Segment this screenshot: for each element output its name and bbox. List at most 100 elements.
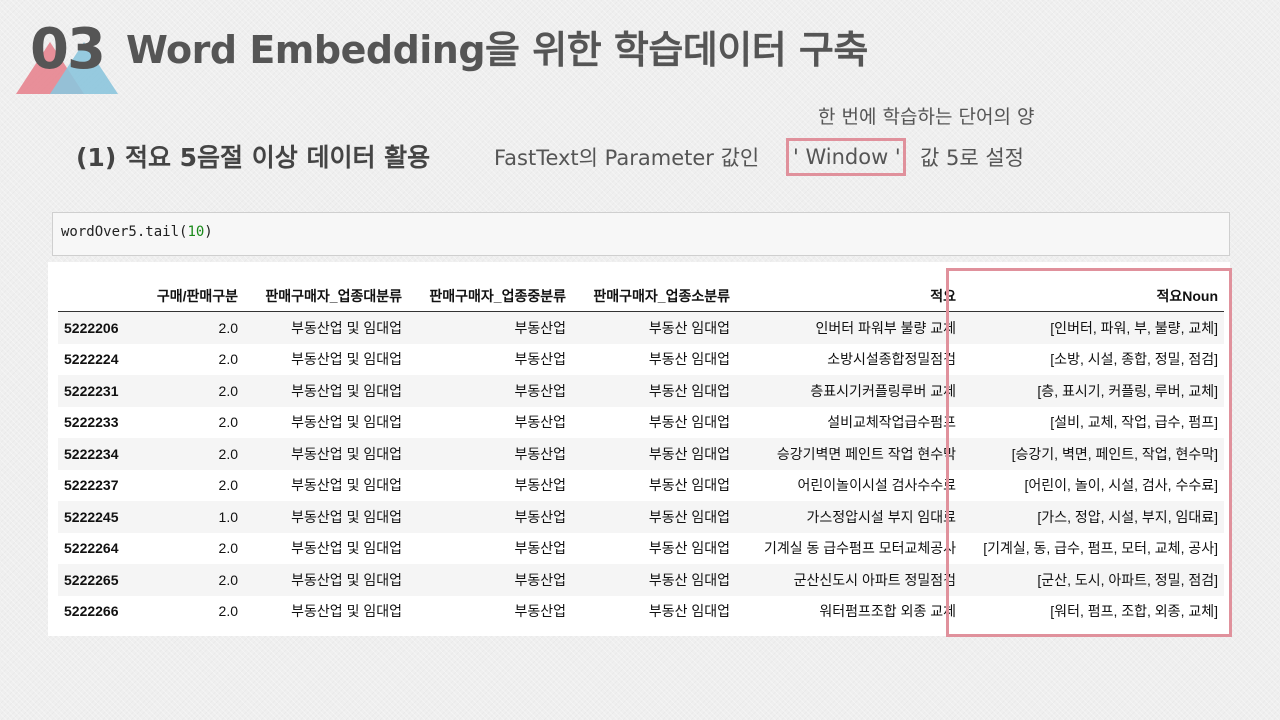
table-row: 5222233 2.0 부동산업 및 임대업 부동산업 부동산 임대업 설비교체작업급수펌… xyxy=(58,407,1224,439)
slide-title: Word Embedding을 위한 학습데이터 구축 xyxy=(126,28,868,72)
table-cell: 부동산 임대업 xyxy=(648,414,730,431)
table-cell: 인버터 파워부 불량 교체 xyxy=(815,319,956,336)
table-cell: 부동산업 및 임대업 xyxy=(291,414,402,431)
slide-number: 03 xyxy=(30,17,106,82)
table-body: 5222206 2.0 부동산업 및 임대업 부동산업 부동산 임대업 인버터 파워부 불… xyxy=(58,311,1224,628)
table-cell: [인버터, 파워, 부, 불량, 교체] xyxy=(1050,319,1218,336)
table-cell: 부동산 임대업 xyxy=(648,603,730,620)
table-cell: [소방, 시설, 종합, 정밀, 점검] xyxy=(1050,351,1218,368)
table-cell: 2.0 xyxy=(218,351,238,368)
window-parameter-highlight: ' Window ' xyxy=(786,138,906,176)
table-cell: 2.0 xyxy=(218,571,238,588)
table-cell: 부동산 임대업 xyxy=(648,540,730,557)
table-cell: [어린이, 놀이, 시설, 검사, 수수료] xyxy=(1024,477,1218,494)
code-cell[interactable]: wordOver5.tail(10) xyxy=(52,212,1230,256)
table-cell: 군산신도시 아파트 정밀점검 xyxy=(793,571,956,588)
dataframe-table: 구매/판매구분 판매구매자_업종대분류 판매구매자_업종중분류 판매구매자_업종소분류… xyxy=(58,280,1224,627)
table-cell: 부동산업 및 임대업 xyxy=(291,508,402,525)
row-index: 5222266 xyxy=(64,603,119,620)
table-cell: 부동산 임대업 xyxy=(648,382,730,399)
row-index: 5222234 xyxy=(64,445,119,462)
row-index: 5222237 xyxy=(64,477,119,494)
table-cell: [설비, 교체, 작업, 급수, 펌프] xyxy=(1050,414,1218,431)
section-subtitle: (1) 적요 5음절 이상 데이터 활용 xyxy=(76,143,431,172)
table-cell: 층표시기커플링루버 교체 xyxy=(810,382,956,399)
table-cell: 1.0 xyxy=(218,508,238,525)
table-cell: 부동산업 및 임대업 xyxy=(291,319,402,336)
table-cell: 부동산업 및 임대업 xyxy=(291,351,402,368)
table-cell: [가스, 정압, 시설, 부지, 임대료] xyxy=(1037,508,1218,525)
table-cell: 부동산업 및 임대업 xyxy=(291,382,402,399)
table-cell: 부동산업 및 임대업 xyxy=(291,445,402,462)
table-row: 5222231 2.0 부동산업 및 임대업 부동산업 부동산 임대업 층표시기커플링루버… xyxy=(58,375,1224,407)
table-cell: 부동산업 xyxy=(514,603,566,620)
row-index: 5222264 xyxy=(64,540,119,557)
table-cell: [기계실, 동, 급수, 펌프, 모터, 교체, 공사] xyxy=(983,540,1218,557)
table-cell: 부동산업 xyxy=(514,508,566,525)
table-cell: 부동산업 xyxy=(514,382,566,399)
parameter-value-note: 값 5로 설정 xyxy=(920,146,1024,170)
column-header: 판매구매자_업종중분류 xyxy=(408,280,572,312)
table-row: 5222237 2.0 부동산업 및 임대업 부동산업 부동산 임대업 어린이놀이시설 검… xyxy=(58,470,1224,502)
table-cell: 2.0 xyxy=(218,540,238,557)
table-header-row: 구매/판매구분 판매구매자_업종대분류 판매구매자_업종중분류 판매구매자_업종소분류… xyxy=(58,280,1224,312)
table-cell: 부동산 임대업 xyxy=(648,508,730,525)
table-cell: 부동산업 및 임대업 xyxy=(291,603,402,620)
table-cell: 소방시설종합정밀점검 xyxy=(827,351,956,368)
table-cell: 2.0 xyxy=(218,319,238,336)
table-cell: 부동산업 xyxy=(514,351,566,368)
table-cell: [워터, 펌프, 조합, 외종, 교체] xyxy=(1050,603,1218,620)
table-row: 5222224 2.0 부동산업 및 임대업 부동산업 부동산 임대업 소방시설종합정밀점… xyxy=(58,344,1224,376)
row-index: 5222224 xyxy=(64,351,119,368)
table-cell: 기계실 동 급수펌프 모터교체공사 xyxy=(764,540,956,557)
table-row: 5222265 2.0 부동산업 및 임대업 부동산업 부동산 임대업 군산신도시 아파트… xyxy=(58,564,1224,596)
table-cell: 2.0 xyxy=(218,414,238,431)
code-close-paren: ) xyxy=(204,224,213,240)
table-cell: 부동산업 xyxy=(514,477,566,494)
code-argument: 10 xyxy=(187,224,205,240)
table-cell: [승강기, 벽면, 페인트, 작업, 현수막] xyxy=(1011,445,1218,462)
table-cell: 부동산 임대업 xyxy=(648,445,730,462)
table-cell: 워터펌프조합 외종 교체 xyxy=(819,603,956,620)
column-header: 판매구매자_업종소분류 xyxy=(572,280,736,312)
column-header: 구매/판매구분 xyxy=(132,280,244,312)
table-cell: 2.0 xyxy=(218,603,238,620)
code-call: wordOver5.tail( xyxy=(61,224,188,240)
table-cell: 설비교체작업급수펌프 xyxy=(827,414,956,431)
row-index: 5222233 xyxy=(64,414,119,431)
table-row: 5222206 2.0 부동산업 및 임대업 부동산업 부동산 임대업 인버터 파워부 불… xyxy=(58,311,1224,344)
table-cell: [층, 표시기, 커플링, 루버, 교체] xyxy=(1037,382,1218,399)
table-cell: 부동산업 및 임대업 xyxy=(291,540,402,557)
table-cell: [군산, 도시, 아파트, 정밀, 점검] xyxy=(1037,571,1218,588)
row-index: 5222231 xyxy=(64,382,119,399)
table-cell: 부동산 임대업 xyxy=(648,571,730,588)
table-row: 5222245 1.0 부동산업 및 임대업 부동산업 부동산 임대업 가스정압시설 부지… xyxy=(58,501,1224,533)
column-header: 적요Noun xyxy=(962,280,1224,312)
table-cell: 부동산 임대업 xyxy=(648,351,730,368)
table-cell: 어린이놀이시설 검사수수료 xyxy=(797,477,956,494)
table-cell: 부동산 임대업 xyxy=(648,477,730,494)
window-annotation: 한 번에 학습하는 단어의 양 xyxy=(818,106,1035,128)
table-cell: 2.0 xyxy=(218,477,238,494)
row-index: 5222265 xyxy=(64,571,119,588)
table-cell: 부동산업 xyxy=(514,445,566,462)
parameter-note: FastText의 Parameter 값인 xyxy=(494,146,760,170)
table-row: 5222266 2.0 부동산업 및 임대업 부동산업 부동산 임대업 워터펌프조합 외종… xyxy=(58,596,1224,628)
row-index: 5222245 xyxy=(64,508,119,525)
table-cell: 부동산업 및 임대업 xyxy=(291,477,402,494)
dataframe-output: 구매/판매구분 판매구매자_업종대분류 판매구매자_업종중분류 판매구매자_업종소분류… xyxy=(48,262,1230,636)
row-index: 5222206 xyxy=(64,319,119,336)
table-row: 5222234 2.0 부동산업 및 임대업 부동산업 부동산 임대업 승강기벽면 페인트… xyxy=(58,438,1224,470)
table-cell: 2.0 xyxy=(218,382,238,399)
column-header xyxy=(58,280,132,312)
table-cell: 부동산업 xyxy=(514,571,566,588)
table-row: 5222264 2.0 부동산업 및 임대업 부동산업 부동산 임대업 기계실 동 급수펌… xyxy=(58,533,1224,565)
column-header: 판매구매자_업종대분류 xyxy=(244,280,408,312)
table-cell: 2.0 xyxy=(218,445,238,462)
table-cell: 부동산업 xyxy=(514,319,566,336)
table-cell: 승강기벽면 페인트 작업 현수막 xyxy=(776,445,956,462)
column-header: 적요 xyxy=(736,280,962,312)
table-cell: 가스정압시설 부지 임대료 xyxy=(806,508,956,525)
table-cell: 부동산업 xyxy=(514,414,566,431)
table-cell: 부동산 임대업 xyxy=(648,319,730,336)
